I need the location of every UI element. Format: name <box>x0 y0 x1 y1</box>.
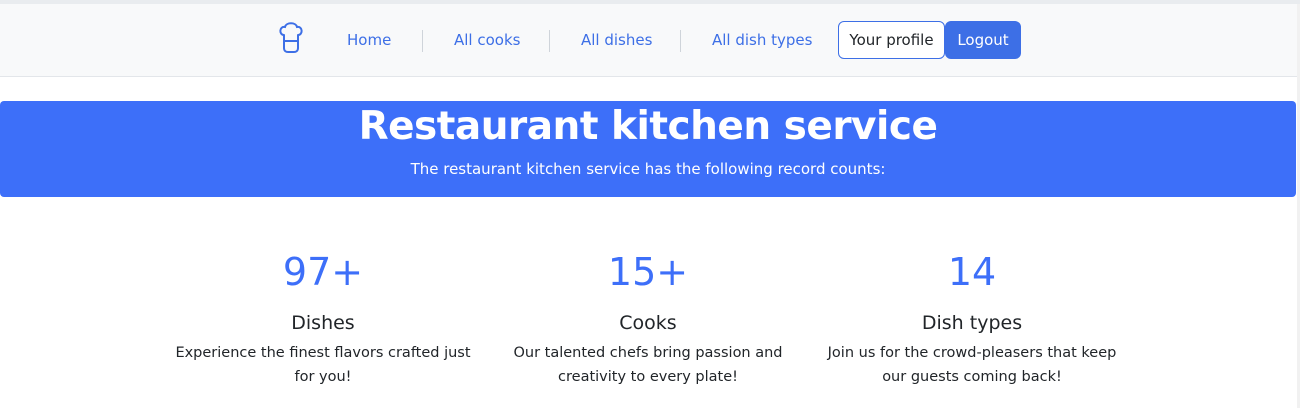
logout-button[interactable]: Logout <box>945 21 1021 59</box>
navbar: Home All cooks All dishes All dish types… <box>0 4 1297 77</box>
stat-card-dish-types: 14 Dish types Join us for the crowd-plea… <box>822 248 1122 389</box>
stat-number: 15+ <box>607 250 689 294</box>
stat-description: Join us for the crowd-pleasers that keep… <box>827 345 1117 385</box>
stat-card-dishes: 97+ Dishes Experience the finest flavors… <box>173 248 473 389</box>
stat-number: 97+ <box>282 250 364 294</box>
nav-link-all-cooks[interactable]: All cooks <box>454 31 520 49</box>
hero-subtitle: The restaurant kitchen service has the f… <box>410 160 886 178</box>
chef-hat-icon[interactable] <box>277 21 305 55</box>
nav-divider <box>680 30 681 52</box>
nav-link-all-dishes[interactable]: All dishes <box>581 31 652 49</box>
stat-title: Dish types <box>921 312 1023 334</box>
nav-link-home[interactable]: Home <box>347 31 391 49</box>
stat-number: 14 <box>947 250 997 294</box>
stat-title: Dishes <box>291 312 355 334</box>
nav-link-all-dish-types[interactable]: All dish types <box>712 31 812 49</box>
your-profile-button[interactable]: Your profile <box>838 21 945 59</box>
nav-divider <box>549 30 550 52</box>
hero-banner: Restaurant kitchen service The restauran… <box>0 101 1296 197</box>
stat-card-cooks: 15+ Cooks Our talented chefs bring passi… <box>498 248 798 389</box>
stat-description: Our talented chefs bring passion and cre… <box>513 345 783 385</box>
nav-divider <box>422 30 423 52</box>
stat-title: Cooks <box>619 312 677 334</box>
stat-description: Experience the finest flavors crafted ju… <box>175 345 471 385</box>
page-title: Restaurant kitchen service <box>358 104 938 149</box>
